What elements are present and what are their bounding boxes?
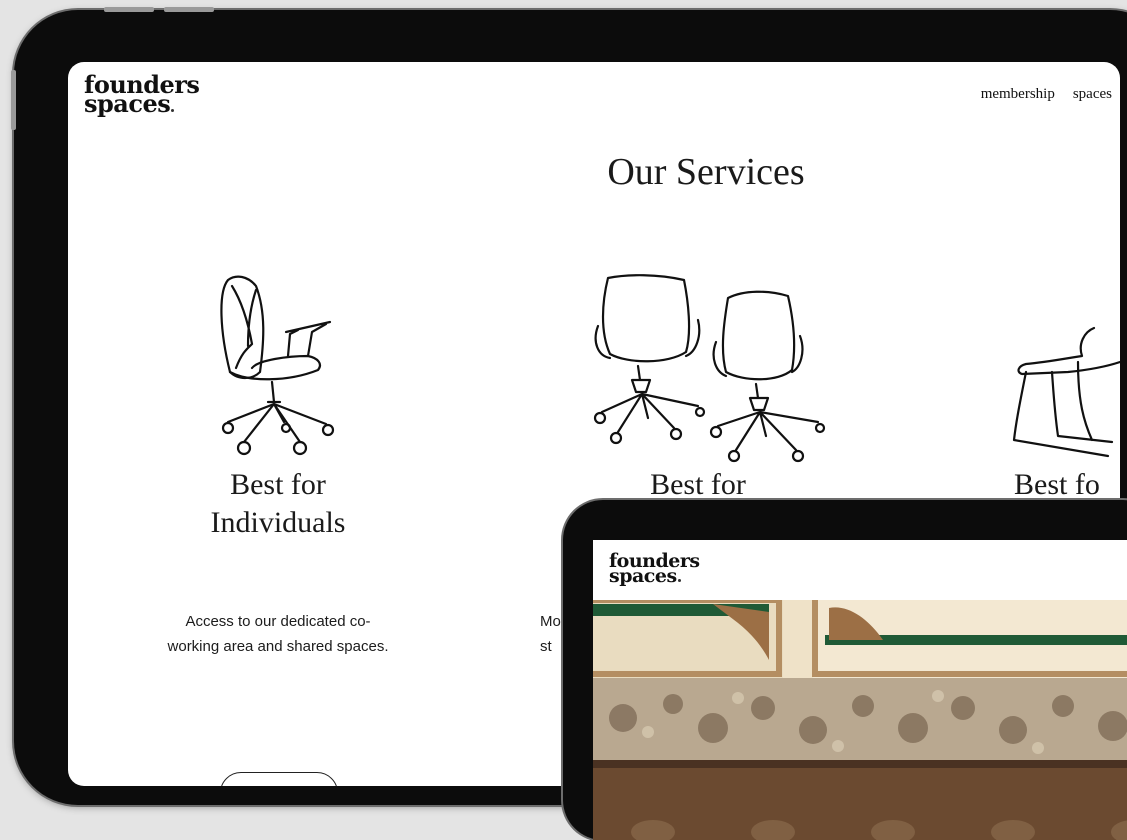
tablet-small-device: founders spaces: [563, 500, 1127, 840]
card-title-line: Best fo: [1014, 468, 1100, 501]
card-title-line: Best for: [230, 468, 326, 501]
top-nav: membership spaces: [981, 86, 1112, 103]
card-title-third: Best fo: [1014, 466, 1120, 504]
site-logo[interactable]: founders spaces: [84, 73, 200, 116]
nav-spaces[interactable]: spaces: [1073, 86, 1112, 103]
card-title-line: Best for: [650, 468, 746, 501]
secondary-website-screen: founders spaces: [593, 540, 1127, 840]
logo-line-2: spaces: [609, 564, 677, 587]
card-cta-button[interactable]: [220, 772, 338, 786]
nav-membership[interactable]: membership: [981, 86, 1055, 103]
card-description-individuals: Access to our dedicated co- working area…: [128, 609, 428, 659]
volume-button: [164, 7, 214, 12]
volume-button: [104, 7, 154, 12]
card-desc-line: Access to our dedicated co-: [185, 613, 371, 630]
secondary-site-logo[interactable]: founders spaces: [609, 552, 700, 587]
card-title-individuals: Best for Individuals: [178, 466, 378, 542]
card-desc-line: working area and shared spaces.: [167, 638, 389, 655]
section-title: Our Services: [607, 151, 805, 193]
double-chair-icon: [593, 274, 826, 463]
logo-line-2: spaces: [84, 88, 171, 118]
sled-chair-icon: [1012, 326, 1120, 458]
office-chair-icon: [220, 275, 335, 456]
card-title-teams: Best for: [598, 466, 798, 504]
interior-photo: [593, 600, 1127, 840]
side-button: [11, 70, 16, 130]
card-title-line: Individuals: [210, 506, 346, 539]
